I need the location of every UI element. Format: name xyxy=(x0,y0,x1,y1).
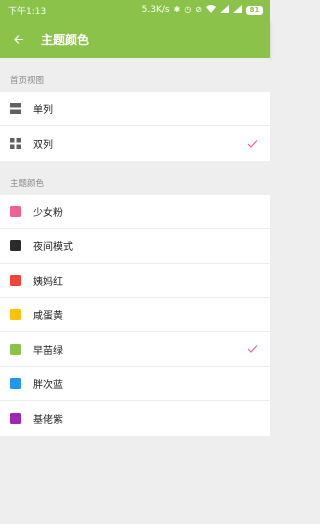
page-title: 主题颜色 xyxy=(41,32,90,47)
back-button[interactable] xyxy=(0,20,36,58)
color-swatch xyxy=(10,343,21,355)
option-label: 胖次蓝 xyxy=(33,379,63,391)
theme-color-list: 少女粉 夜间模式 姨妈红 咸蛋黄 早苗绿 胖次蓝 基佬紫 xyxy=(0,194,270,436)
color-swatch xyxy=(10,412,21,424)
status-time: 下午1:13 xyxy=(8,6,47,17)
color-swatch xyxy=(10,205,21,217)
color-swatch xyxy=(10,309,21,321)
option-label: 基佬紫 xyxy=(33,414,63,426)
mute-icon: ⊘ xyxy=(195,5,202,14)
section-header-home-view: 首页视图 xyxy=(0,58,270,92)
home-view-list: 单列 双列 xyxy=(0,92,270,161)
home-view-option-double[interactable]: 双列 xyxy=(0,126,270,160)
theme-option-yellow[interactable]: 咸蛋黄 xyxy=(0,298,270,333)
theme-option-night[interactable]: 夜间模式 xyxy=(0,229,270,264)
bluetooth-icon: ✱ xyxy=(173,5,181,14)
checkmark-icon xyxy=(247,345,258,353)
option-label: 双列 xyxy=(33,140,53,152)
signal-icon xyxy=(220,5,229,15)
signal-2-icon xyxy=(233,5,242,15)
theme-option-green[interactable]: 早苗绿 xyxy=(0,332,270,367)
option-label: 咸蛋黄 xyxy=(33,311,63,323)
option-label: 少女粉 xyxy=(33,207,63,219)
option-label: 夜间模式 xyxy=(33,242,73,254)
status-indicators: 5.3K/s ✱ ◷ ⊘ 81 xyxy=(142,5,263,15)
checkmark-icon xyxy=(247,139,258,148)
alarm-icon: ◷ xyxy=(184,5,192,14)
app-bar: 主题颜色 xyxy=(0,20,270,58)
double-column-icon xyxy=(10,138,21,150)
theme-option-red[interactable]: 姨妈红 xyxy=(0,264,270,298)
option-label: 姨妈红 xyxy=(33,276,63,288)
net-speed: 5.3K/s xyxy=(141,5,170,15)
theme-option-purple[interactable]: 基佬紫 xyxy=(0,401,270,435)
home-view-option-single[interactable]: 单列 xyxy=(0,92,270,127)
wifi-icon xyxy=(206,5,216,15)
battery-icon: 81 xyxy=(246,5,263,15)
arrow-left-icon xyxy=(13,34,23,44)
color-swatch xyxy=(10,274,21,286)
theme-option-blue[interactable]: 胖次蓝 xyxy=(0,367,270,402)
option-label: 早苗绿 xyxy=(33,345,63,357)
option-label: 单列 xyxy=(33,105,53,117)
theme-option-pink[interactable]: 少女粉 xyxy=(0,195,270,230)
settings-content: 首页视图 单列 双列 主题颜色 少女粉 夜间模式 姨妈红 咸蛋黄 早苗绿 胖次蓝… xyxy=(0,58,270,524)
color-swatch xyxy=(10,377,21,389)
status-bar: 下午1:13 5.3K/s ✱ ◷ ⊘ 81 xyxy=(0,0,270,20)
section-header-theme-color: 主题颜色 xyxy=(0,160,270,195)
single-column-icon xyxy=(10,103,21,115)
color-swatch xyxy=(10,240,21,252)
